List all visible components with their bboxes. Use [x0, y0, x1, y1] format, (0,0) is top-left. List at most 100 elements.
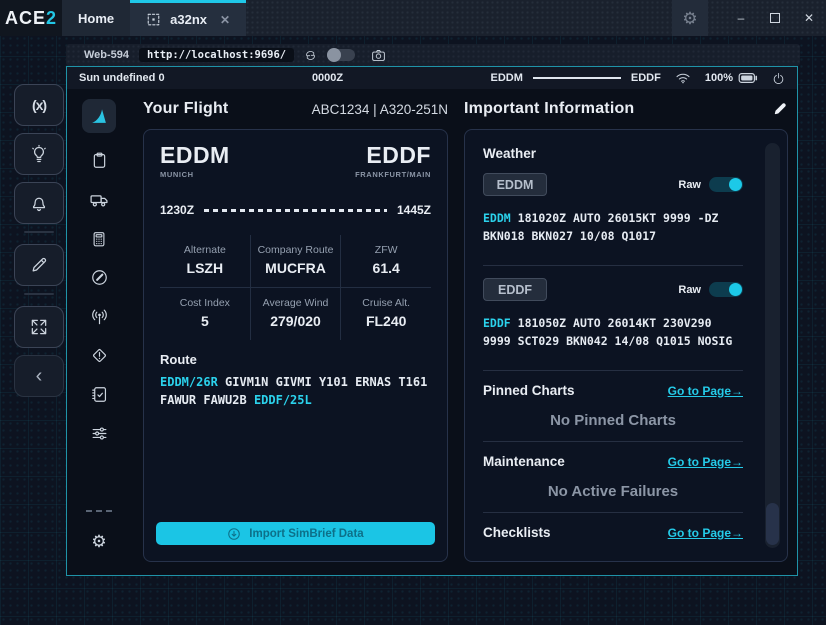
important-info-title: Important Information [464, 100, 634, 118]
import-simbrief-button[interactable]: Import SimBrief Data [156, 522, 435, 545]
card-scrollbar[interactable] [765, 143, 780, 548]
maintenance-link[interactable]: Go to Page→ [668, 455, 743, 469]
tab-home-label: Home [78, 11, 114, 26]
flight-progress-line [204, 209, 387, 212]
compass-icon [90, 268, 109, 287]
close-icon: ✕ [804, 11, 814, 25]
titlebar-controls: ⚙ – ✕ [672, 0, 826, 36]
pencil-icon [29, 255, 49, 275]
clipboard-icon [90, 151, 109, 170]
scrollbar-thumb[interactable] [766, 503, 779, 545]
aircraft-tab-icon [146, 12, 161, 27]
webview-id-label: Web-594 [84, 49, 129, 61]
route-line [533, 77, 621, 79]
battery-pct-label: 100% [705, 72, 733, 84]
sim-date-label: Sun undefined 0 [79, 72, 165, 84]
metar-station-code: EDDM [483, 211, 511, 225]
route-string: EDDM/26R GIVM1N GIVMI Y101 ERNAS T161 FA… [160, 373, 433, 409]
sidebar-item-performance[interactable] [67, 219, 131, 258]
section-divider [483, 512, 743, 513]
stat-cost-index: Cost Index 5 [160, 288, 250, 340]
departure-airport: EDDM MUNICH [160, 144, 230, 179]
tab-home[interactable]: Home [62, 0, 130, 36]
minimize-button[interactable]: – [724, 0, 758, 36]
metar-text-eddm: EDDM 181020Z AUTO 26015KT 9999 -DZ BKN01… [483, 209, 743, 253]
sidebar-item-settings[interactable]: ⚙ [67, 522, 131, 561]
maintenance-header: Maintenance Go to Page→ [483, 454, 743, 469]
raw-metar-toggle[interactable] [709, 177, 743, 192]
stat-average-wind: Average Wind 279/020 [250, 288, 341, 340]
metar-station-input[interactable]: EDDM [483, 173, 547, 196]
maintenance-empty: No Active Failures [483, 483, 743, 500]
antenna-icon [90, 307, 109, 326]
tab-a32nx[interactable]: a32nx ✕ [130, 0, 246, 36]
minimize-icon: – [738, 11, 745, 25]
sidebar-item-dashboard[interactable] [82, 99, 116, 133]
checklists-link[interactable]: Go to Page→ [668, 526, 743, 540]
origin-label: EDDM [491, 72, 523, 84]
logo-text: ACE [5, 8, 46, 29]
variables-button[interactable]: (x) [14, 84, 64, 126]
sidebar-item-presets[interactable] [67, 414, 131, 453]
alert-diamond-icon [90, 346, 109, 365]
battery-icon [738, 72, 758, 84]
departure-city: MUNICH [160, 170, 230, 179]
fullscreen-button[interactable] [14, 306, 64, 348]
stat-alternate: Alternate LSZH [160, 235, 250, 287]
lighting-button[interactable] [14, 133, 64, 175]
statusbar-route: EDDM EDDF [491, 72, 661, 84]
annotate-button[interactable] [14, 244, 64, 286]
utc-time-label: 0000Z [312, 72, 343, 84]
logo-accent: 2 [46, 8, 57, 29]
camera-icon[interactable] [371, 49, 386, 62]
route-arrival-runway: EDDF/25L [254, 393, 312, 407]
url-field[interactable]: http://localhost:9696/ [139, 48, 294, 62]
wifi-icon [675, 72, 691, 84]
important-info-panel: Important Information Weather EDDM Raw [464, 97, 788, 562]
raw-metar-toggle[interactable] [709, 282, 743, 297]
checklist-icon [90, 385, 109, 404]
flight-card: EDDM MUNICH EDDF FRANKFURT/MAIN 1230Z 14… [143, 129, 448, 562]
calculator-icon [90, 230, 108, 248]
metar-station-code: EDDF [483, 316, 511, 330]
pinned-charts-link[interactable]: Go to Page→ [668, 384, 743, 398]
destination-label: EDDF [631, 72, 661, 84]
toggle-knob [327, 48, 341, 62]
metar-station-input[interactable]: EDDF [483, 278, 547, 301]
stat-company-route: Company Route MUCFRA [250, 235, 341, 287]
checklists-header: Checklists Go to Page→ [483, 525, 743, 540]
lightbulb-icon [29, 144, 49, 164]
settings-button[interactable]: ⚙ [672, 0, 708, 36]
section-divider [483, 265, 743, 266]
expand-icon [29, 317, 49, 337]
sidebar-item-ground[interactable] [67, 180, 131, 219]
close-button[interactable]: ✕ [792, 0, 826, 36]
raw-toggle-group: Raw [678, 282, 743, 297]
your-flight-panel: Your Flight ABC1234 | A320-251N EDDM MUN… [143, 97, 448, 562]
sidebar-item-checklists[interactable] [67, 375, 131, 414]
toggle-knob [729, 283, 742, 296]
edit-pencil-icon[interactable] [772, 101, 788, 117]
pinned-charts-label: Pinned Charts [483, 383, 575, 398]
sidebar-item-dispatch[interactable] [67, 141, 131, 180]
collapse-toolbar-button[interactable]: ‹ [14, 355, 64, 397]
flight-stats: Alternate LSZH Company Route MUCFRA ZFW … [160, 235, 431, 340]
devtools-toggle[interactable] [327, 49, 355, 61]
notifications-button[interactable] [14, 182, 64, 224]
maximize-button[interactable] [758, 0, 792, 36]
flight-identifier: ABC1234 | A320-251N [312, 102, 448, 117]
sidebar-item-failures[interactable] [67, 336, 131, 375]
power-icon[interactable] [772, 72, 785, 85]
tab-close-icon[interactable]: ✕ [220, 13, 230, 27]
sidebar-item-atc[interactable] [67, 297, 131, 336]
metar-report: 181050Z AUTO 26014KT 230V290 9999 SCT029… [483, 316, 732, 348]
efb-body: ⚙ Your Flight ABC1234 | A320-251N EDDM M… [67, 89, 797, 575]
weather-label: Weather [483, 146, 743, 161]
sidebar-item-navigation[interactable] [67, 258, 131, 297]
refresh-icon[interactable] [304, 49, 317, 62]
arrival-time: 1445Z [397, 203, 431, 217]
raw-label: Raw [678, 284, 701, 296]
pinned-charts-header: Pinned Charts Go to Page→ [483, 383, 743, 398]
chevron-left-icon: ‹ [36, 365, 43, 388]
departure-time: 1230Z [160, 203, 194, 217]
